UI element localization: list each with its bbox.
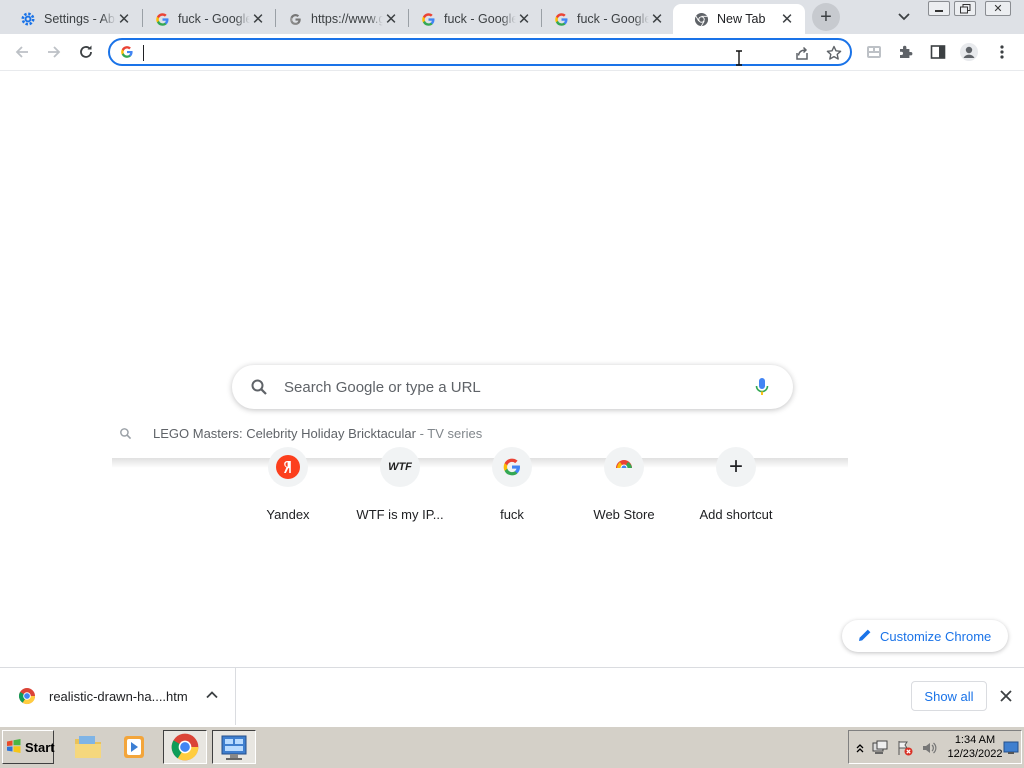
tab-close-icon[interactable]: ✕ — [516, 11, 532, 28]
address-input[interactable] — [142, 42, 742, 62]
webstore-icon — [604, 447, 644, 487]
tab-groups-icon[interactable] — [863, 41, 885, 63]
google-g-icon — [492, 447, 532, 487]
system-tray: 1:34 AM 12/23/2022 — [848, 730, 1022, 764]
share-icon[interactable] — [792, 43, 812, 63]
wtf-icon: WTF — [380, 447, 420, 487]
tab-google-search[interactable]: fuck - Google Search ✕ — [533, 4, 675, 34]
tab-title: https://www.google.com — [311, 12, 383, 26]
tab-close-icon[interactable]: ✕ — [116, 11, 132, 28]
tab-close-icon[interactable]: ✕ — [779, 11, 795, 28]
profile-avatar-icon[interactable] — [958, 41, 980, 63]
action-center-flag-icon[interactable] — [897, 740, 913, 756]
back-arrow-icon[interactable] — [8, 38, 36, 66]
suggestion-main: LEGO Masters: Celebrity Holiday Bricktac… — [153, 426, 416, 441]
taskbar-clock[interactable]: 1:34 AM 12/23/2022 — [945, 733, 1005, 761]
chrome-icon — [693, 11, 709, 27]
gear-icon — [20, 11, 36, 27]
shortcut-web-store[interactable]: Web Store — [576, 447, 672, 527]
mouse-ibeam-cursor-icon — [735, 50, 743, 66]
clock-time: 1:34 AM — [954, 734, 996, 746]
side-panel-icon[interactable] — [927, 41, 949, 63]
customize-chrome-button[interactable]: Customize Chrome — [842, 620, 1008, 652]
extensions-puzzle-icon[interactable] — [895, 41, 917, 63]
plus-glyph: + — [728, 453, 743, 480]
tab-title: New Tab — [717, 12, 766, 26]
close-window-icon[interactable]: ✕ — [985, 1, 1011, 16]
suggestion-sub: - TV series — [415, 426, 483, 441]
google-g-icon — [119, 44, 135, 60]
tab-title: fuck - Google Search — [577, 12, 649, 26]
forward-arrow-icon[interactable] — [40, 38, 68, 66]
customize-label: Customize Chrome — [880, 628, 992, 644]
network-computer-icon[interactable] — [872, 740, 888, 756]
new-tab-button[interactable]: + — [812, 3, 840, 31]
clock-date: 12/23/2022 — [947, 748, 1003, 760]
wtf-glyph: WTF — [388, 461, 412, 473]
chrome-menu-kebab-icon[interactable] — [991, 41, 1013, 63]
media-player-taskbar-icon[interactable] — [112, 730, 156, 764]
chrome-file-icon — [18, 687, 36, 708]
plus-icon: + — [716, 447, 756, 487]
ntp-search-placeholder: Search Google or type a URL — [284, 379, 481, 396]
windows-logo-icon — [6, 738, 22, 756]
browser-toolbar — [0, 34, 1024, 71]
shortcut-label: fuck — [500, 507, 524, 522]
close-shelf-icon[interactable] — [997, 687, 1015, 705]
tab-new-tab[interactable]: New Tab ✕ — [673, 4, 805, 34]
chrome-taskbar-icon[interactable] — [163, 730, 207, 764]
tab-close-icon[interactable]: ✕ — [250, 11, 266, 28]
volume-speaker-icon[interactable] — [921, 740, 937, 756]
google-g-icon — [420, 11, 436, 27]
google-g-icon — [154, 11, 170, 27]
bookmark-star-icon[interactable] — [824, 43, 844, 63]
tab-settings[interactable]: Settings - About Chrome ✕ — [0, 4, 142, 34]
tab-search-chevron-icon[interactable] — [893, 8, 915, 26]
shortcut-yandex[interactable]: Yandex — [240, 447, 336, 527]
minimize-window-icon[interactable] — [928, 1, 950, 16]
shortcut-label: Yandex — [266, 507, 310, 522]
shortcut-label: Web Store — [593, 507, 655, 522]
control-panel-taskbar-icon[interactable] — [212, 730, 256, 764]
tab-google-search[interactable]: fuck - Google Search ✕ — [134, 4, 276, 34]
ntp-suggestion-row[interactable]: LEGO Masters: Celebrity Holiday Bricktac… — [112, 420, 848, 446]
tab-title: fuck - Google Search — [444, 12, 516, 26]
chevron-up-icon[interactable] — [205, 688, 219, 705]
search-icon — [119, 427, 132, 443]
file-explorer-taskbar-icon[interactable] — [66, 730, 110, 764]
show-all-downloads-button[interactable]: Show all — [911, 681, 987, 711]
tab-title: Settings - About Chrome — [44, 12, 116, 26]
show-hidden-icons-chevron-icon[interactable] — [852, 740, 868, 756]
ntp-search-box[interactable]: Search Google or type a URL — [232, 365, 793, 409]
start-label: Start — [25, 739, 55, 755]
tab-google-url[interactable]: https://www.google.com ✕ — [267, 4, 409, 34]
tab-close-icon[interactable]: ✕ — [649, 11, 665, 28]
shortcut-fuck[interactable]: fuck — [464, 447, 560, 527]
yandex-icon — [268, 447, 308, 487]
tab-strip: Settings - About Chrome ✕ fuck - Google … — [0, 0, 1024, 34]
windows-taskbar: Start 1:34 AM 12/23/2022 — [0, 726, 1024, 768]
google-g-icon — [553, 11, 569, 27]
tab-close-icon[interactable]: ✕ — [383, 11, 399, 28]
shortcut-add[interactable]: + Add shortcut — [688, 447, 784, 527]
shortcut-label: WTF is my IP... — [356, 507, 444, 522]
suggestion-text: LEGO Masters: Celebrity Holiday Bricktac… — [153, 426, 482, 441]
download-item[interactable]: realistic-drawn-ha....htm — [0, 668, 236, 725]
restore-window-icon[interactable] — [954, 1, 976, 16]
start-button[interactable]: Start — [2, 730, 55, 764]
text-caret — [143, 45, 144, 61]
voice-search-mic-icon[interactable] — [755, 377, 769, 400]
tab-google-search[interactable]: fuck - Google Search ✕ — [400, 4, 542, 34]
download-file-name: realistic-drawn-ha....htm — [49, 689, 188, 704]
shortcut-label: Add shortcut — [699, 507, 773, 522]
pencil-icon — [858, 628, 872, 645]
reload-icon[interactable] — [72, 38, 100, 66]
search-icon — [250, 378, 268, 399]
google-g-icon — [287, 11, 303, 27]
shortcut-wtf-is-my-ip[interactable]: WTF WTF is my IP... — [352, 447, 448, 527]
show-desktop-icon[interactable] — [1003, 740, 1019, 756]
download-shelf: realistic-drawn-ha....htm Show all — [0, 667, 1024, 725]
tab-title: fuck - Google Search — [178, 12, 250, 26]
